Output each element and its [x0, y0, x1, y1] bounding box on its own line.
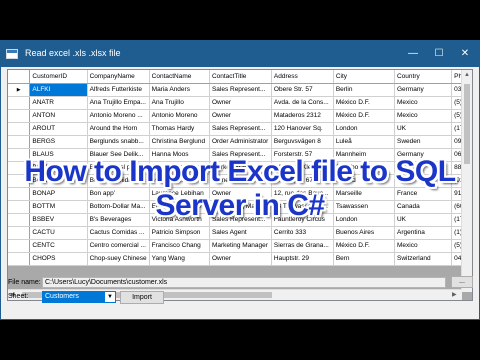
file-name-label: File name: — [8, 279, 41, 286]
sheet-label: Sheet: — [8, 293, 29, 300]
video-title-overlay: How to Import Excel file to SQL Server i… — [24, 155, 456, 222]
browse-button[interactable]: ... — [451, 276, 473, 288]
import-button[interactable]: Import — [120, 291, 164, 304]
file-name-field[interactable]: C:\Users\Lucy\Documents\customer.xls — [42, 277, 446, 288]
sheet-select-value: Customers — [45, 293, 79, 300]
sheet-select[interactable]: Customers ▼ — [42, 291, 116, 303]
chevron-down-icon[interactable]: ▼ — [105, 292, 115, 302]
